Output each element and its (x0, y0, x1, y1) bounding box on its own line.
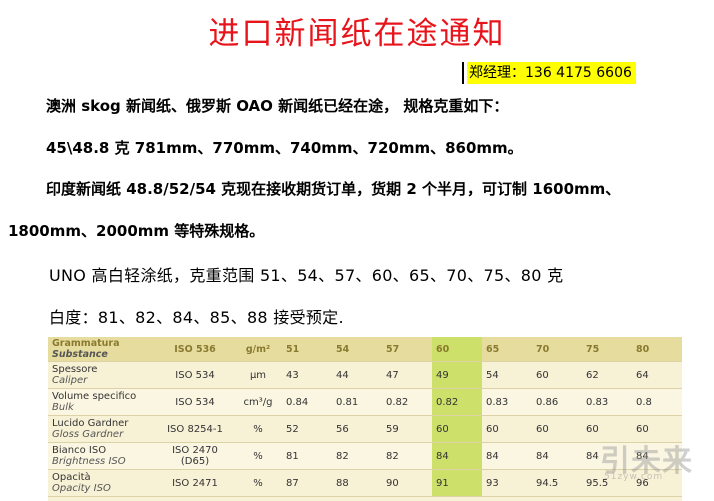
property-name: Bianco ISO (52, 445, 107, 456)
page-title: 进口新闻纸在途通知 (208, 16, 506, 52)
value-cell: 70 (532, 337, 582, 362)
watermark-url: 51zyw.com (604, 472, 664, 482)
value-cell: 0.83 (482, 388, 532, 416)
value-cell: 64 (632, 361, 682, 389)
standard-cell: ISO 536 (156, 337, 234, 362)
value-cell: 56 (332, 415, 382, 443)
paragraph-india: 印度新闻纸 48.8/52/54 克现在接收期货订单，货期 2 个半月，可订制 … (46, 180, 621, 198)
unit-cell: g/m² (234, 337, 282, 362)
value-cell: 81 (282, 442, 332, 470)
property-name-en: Opacity ISO (52, 483, 111, 494)
standard-cell: ISO 2471 (156, 469, 234, 497)
property-name: Opacità (52, 472, 91, 483)
property-cell: Grammatura Substance (48, 337, 156, 362)
paragraph-uno: UNO 高白轻涂纸，克重范围 51、54、57、60、65、70、75、80 克 (49, 266, 564, 285)
value-cell: 60 (482, 415, 532, 443)
value-cell: 90 (382, 469, 432, 497)
table-header-row: Grammatura Substance ISO 536 g/m² 51 54 57 60 65… (48, 337, 682, 362)
standard-cell: ISO 2470 (D65) (156, 442, 234, 470)
property-name-en: Gloss Gardner (52, 429, 124, 440)
property-name-en: Bulk (52, 402, 74, 413)
property-cell: Spessore Caliper (48, 361, 156, 389)
value-cell: 0.82 (432, 388, 482, 416)
contact-text: 郑经理：136 4175 6606 (467, 62, 636, 84)
value-cell: 49 (432, 361, 482, 389)
property-name-en: Substance (52, 349, 108, 360)
property-name: Grammatura (52, 338, 120, 349)
value-cell: 82 (382, 442, 432, 470)
unit-cell: cm³/g (234, 388, 282, 416)
property-name: Volume specifico (52, 391, 137, 402)
table-row: Spessore Caliper ISO 534 μm 43 44 47 49 54 60 62 64 (48, 361, 682, 389)
value-cell: 0.83 (582, 388, 632, 416)
value-cell: 0.8 (632, 388, 682, 416)
contact-info: 郑经理：136 4175 6606 (462, 62, 636, 84)
value-cell: 60 (532, 361, 582, 389)
property-name-en: Brightness ISO (52, 456, 126, 467)
value-cell: 80 (632, 337, 682, 362)
property-cell: Opacità Opacity ISO (48, 469, 156, 497)
value-cell: 75 (582, 337, 632, 362)
value-cell: 65 (482, 337, 532, 362)
value-cell: 54 (482, 361, 532, 389)
value-cell: 82 (332, 442, 382, 470)
value-cell: 62 (582, 361, 632, 389)
property-name: Lucido Gardner (52, 418, 129, 429)
value-cell: 43 (282, 361, 332, 389)
watermark: 引未来 51zyw.com (564, 420, 709, 490)
property-name-en: Caliper (52, 375, 88, 386)
value-cell: 51 (282, 337, 332, 362)
property-name: Spessore (52, 364, 98, 375)
unit-cell: % (234, 469, 282, 497)
table-row: Volume specifico Bulk ISO 534 cm³/g 0.84 0.81… (48, 388, 682, 416)
value-cell: 44 (332, 361, 382, 389)
paragraph-special-sizes: 1800mm、2000mm 等特殊规格。 (8, 222, 265, 240)
value-cell: 0.84 (282, 388, 332, 416)
paragraph-australia-russia: 澳洲 skog 新闻纸、俄罗斯 OAO 新闻纸已经在途， 规格克重如下： (46, 97, 509, 115)
value-cell: 60 (432, 415, 482, 443)
value-cell: 54 (332, 337, 382, 362)
value-cell: 47 (382, 361, 432, 389)
value-cell: 52 (282, 415, 332, 443)
standard-cell: ISO 8254-1 (156, 415, 234, 443)
standard-cell: ISO 534 (156, 388, 234, 416)
value-cell: 87 (282, 469, 332, 497)
value-cell: 0.86 (532, 388, 582, 416)
value-cell: 93 (482, 469, 532, 497)
value-cell: 84 (432, 442, 482, 470)
value-cell: 0.81 (332, 388, 382, 416)
property-cell: Bianco ISO Brightness ISO (48, 442, 156, 470)
unit-cell: % (234, 442, 282, 470)
value-cell: 91 (432, 469, 482, 497)
unit-cell: % (234, 415, 282, 443)
paragraph-sizes: 45\48.8 克 781mm、770mm、740mm、720mm、860mm。 (46, 139, 523, 157)
value-cell: 0.82 (382, 388, 432, 416)
unit-cell: μm (234, 361, 282, 389)
value-cell: 59 (382, 415, 432, 443)
paragraph-brightness: 白度：81、82、84、85、88 接受预定. (49, 308, 344, 327)
property-cell: Volume specifico Bulk (48, 388, 156, 416)
property-cell: Lucido Gardner Gloss Gardner (48, 415, 156, 443)
value-cell: 84 (482, 442, 532, 470)
value-cell: 60 (432, 337, 482, 362)
standard-cell: ISO 534 (156, 361, 234, 389)
value-cell: 57 (382, 337, 432, 362)
value-cell: 88 (332, 469, 382, 497)
